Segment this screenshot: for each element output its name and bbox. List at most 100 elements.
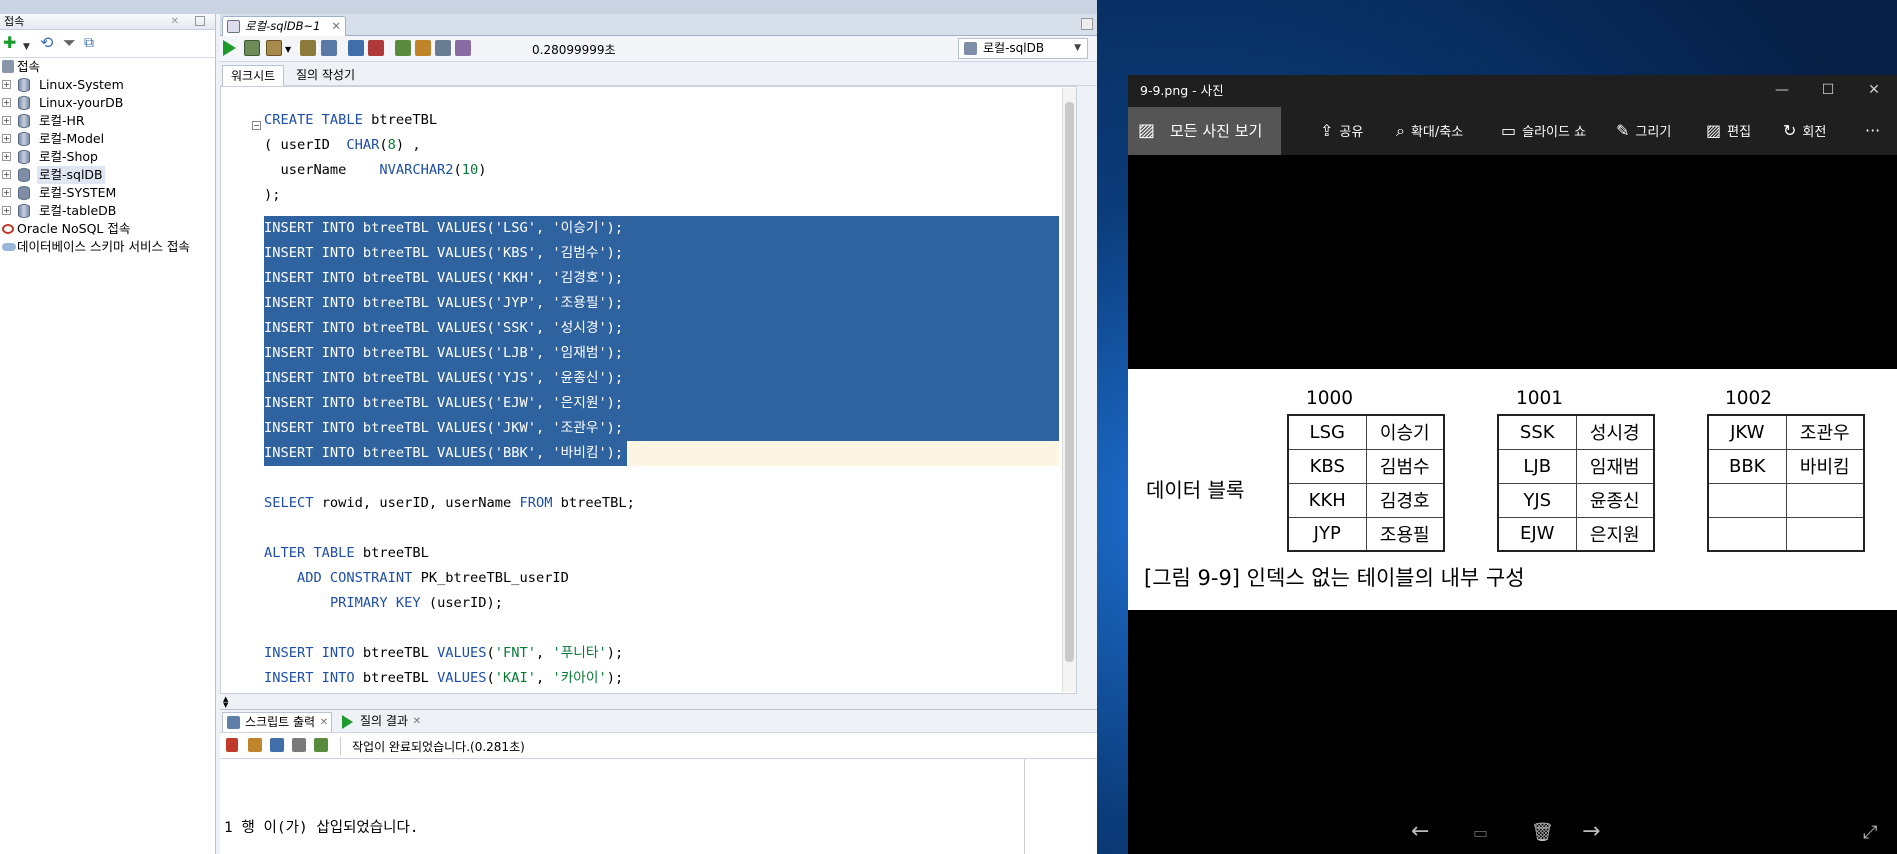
expand-icon[interactable]: + xyxy=(2,152,11,161)
block-number: 1001 xyxy=(1516,388,1564,409)
tab-query-result[interactable]: 질의 결과 ✕ xyxy=(338,712,424,732)
connections-panel-header: 접속 ✕ xyxy=(0,14,215,30)
block-label: 데이터 블록 xyxy=(1146,478,1245,502)
schema-browser-icon[interactable]: ⧉ xyxy=(84,35,94,51)
maximize-icon[interactable] xyxy=(1081,18,1093,30)
run-icon xyxy=(342,715,353,729)
fullscreen-icon[interactable]: ⤢ xyxy=(1863,822,1877,843)
close-icon[interactable]: ✕ xyxy=(413,712,421,731)
expand-icon[interactable]: + xyxy=(2,170,11,179)
run-script-icon[interactable] xyxy=(244,40,260,56)
format-icon[interactable] xyxy=(455,40,471,56)
tree-item-local-system[interactable]: + 로컬-SYSTEM xyxy=(0,184,215,202)
fold-icon[interactable]: − xyxy=(252,121,261,130)
more-options-icon[interactable]: ··· xyxy=(1865,107,1880,155)
rotate-button[interactable]: ↻ 회전 xyxy=(1783,107,1826,155)
minimize-icon[interactable] xyxy=(195,16,205,26)
tab-local-sqldb[interactable]: 로컬-sqlDB~1 ✕ xyxy=(222,16,346,36)
export-icon[interactable] xyxy=(314,738,328,752)
title-strip xyxy=(0,0,1097,14)
close-icon[interactable]: ✕ xyxy=(1851,75,1897,107)
tab-query-builder[interactable]: 질의 작성기 xyxy=(288,65,363,86)
autotrace-icon[interactable] xyxy=(348,40,364,56)
editor-tab-bar: 로컬-sqlDB~1 ✕ xyxy=(220,14,1097,36)
delete-icon[interactable]: 🗑 xyxy=(1531,822,1554,843)
code-line: INSERT INTO btreeTBL VALUES('LJB', '임재범'… xyxy=(264,345,624,361)
code-line: CREATE TABLE btreeTBL xyxy=(264,112,438,128)
code-line: INSERT INTO btreeTBL VALUES('JKW', '조관우'… xyxy=(264,420,624,436)
expand-icon[interactable]: + xyxy=(2,206,11,215)
draw-button[interactable]: ✎ 그리기 xyxy=(1616,107,1671,155)
sql-tuning-icon[interactable] xyxy=(395,40,411,56)
tree-item-local-model[interactable]: + 로컬-Model xyxy=(0,130,215,148)
explain-plan-icon[interactable] xyxy=(321,40,337,56)
editor-scrollbar[interactable] xyxy=(1062,88,1076,692)
close-icon[interactable]: ✕ xyxy=(320,713,328,732)
share-button[interactable]: ⇪ 공유 xyxy=(1320,107,1363,155)
rotate-icon: ↻ xyxy=(1783,121,1797,140)
tree-item-root[interactable]: 접속 xyxy=(0,58,215,76)
tree-item-local-hr[interactable]: + 로컬-HR xyxy=(0,112,215,130)
sql-editor[interactable]: − CREATE TABLE btreeTBL ( userID CHAR(8)… xyxy=(220,86,1077,694)
share-icon: ⇪ xyxy=(1320,121,1334,140)
current-line-highlight xyxy=(627,441,1059,466)
tree-item-local-sqldb[interactable]: + 로컬-sqlDB xyxy=(0,166,215,184)
eraser-icon[interactable] xyxy=(248,738,262,752)
tree-item-nosql[interactable]: Oracle NoSQL 접속 xyxy=(0,220,215,238)
collapse-icon[interactable]: ▲ ▼ xyxy=(223,696,228,709)
next-arrow-icon[interactable]: → xyxy=(1582,819,1600,844)
tree-item-linux-system[interactable]: + Linux-System xyxy=(0,76,215,94)
code-line: ( userID CHAR(8) , xyxy=(264,137,421,153)
displayed-image[interactable]: 데이터 블록 1000 LSG 이승기 KBS 김범수 KKH 김경호 JYP 조용필 … xyxy=(1128,369,1897,610)
tab-script-output[interactable]: 스크립트 출력 ✕ xyxy=(222,712,333,732)
run-statement-icon[interactable] xyxy=(223,40,236,56)
database-connected-icon xyxy=(18,186,30,200)
code-line: INSERT INTO btreeTBL VALUES('JYP', '조용필'… xyxy=(264,295,624,311)
close-icon[interactable]: ✕ xyxy=(171,14,179,30)
pin-icon[interactable] xyxy=(226,738,238,752)
expand-icon[interactable]: + xyxy=(2,134,11,143)
code-line: ADD CONSTRAINT PK_btreeTBL_userID xyxy=(296,570,569,586)
chevron-down-icon[interactable]: ▼ xyxy=(285,45,291,54)
tree-item-local-tabledb[interactable]: + 로컬-tableDB xyxy=(0,202,215,220)
tree-item-linux-yourdb[interactable]: + Linux-yourDB xyxy=(0,94,215,112)
tree-item-local-shop[interactable]: + 로컬-Shop xyxy=(0,148,215,166)
refresh-icon[interactable]: ⟲ xyxy=(40,35,53,51)
sql-history-icon[interactable] xyxy=(435,40,451,56)
script-output-icon xyxy=(227,716,240,729)
expand-icon[interactable]: + xyxy=(2,80,11,89)
minimize-icon[interactable]: — xyxy=(1759,75,1805,107)
tree-item-schema-service[interactable]: 데이터베이스 스키마 서비스 접속 xyxy=(0,238,215,256)
close-icon[interactable]: ✕ xyxy=(331,17,341,35)
script-output-area[interactable]: 1 행 이(가) 삽입되었습니다. xyxy=(220,759,1097,854)
splitter[interactable]: ▲ ▼ xyxy=(220,696,1097,709)
commit-icon[interactable] xyxy=(266,40,282,56)
slideshow-icon[interactable]: ▭ xyxy=(1473,823,1488,842)
database-icon xyxy=(18,96,30,110)
photos-window: 9-9.png - 사진 — ☐ ✕ ▨ 모든 사진 보기 ⇪ 공유 ⌕ 확대/축소… xyxy=(1128,75,1897,854)
save-icon[interactable] xyxy=(270,738,284,752)
previous-arrow-icon[interactable]: ← xyxy=(1411,819,1429,844)
chevron-down-icon[interactable]: ▼ xyxy=(23,39,30,55)
expand-icon[interactable]: + xyxy=(2,116,11,125)
maximize-icon[interactable]: ☐ xyxy=(1805,75,1851,107)
connection-select[interactable]: 로컬-sqlDB ▼ xyxy=(958,38,1088,59)
tab-worksheet[interactable]: 워크시트 xyxy=(222,65,285,86)
zoom-button[interactable]: ⌕ 확대/축소 xyxy=(1396,107,1463,155)
expand-icon[interactable]: + xyxy=(2,98,11,107)
add-connection-icon[interactable]: ✚ xyxy=(3,35,16,51)
eraser-icon[interactable] xyxy=(415,40,431,56)
cancel-icon[interactable] xyxy=(368,40,384,56)
database-icon xyxy=(18,78,30,92)
edit-button[interactable]: ▨ 편집 xyxy=(1706,107,1751,155)
print-icon[interactable] xyxy=(292,738,306,752)
expand-icon[interactable]: + xyxy=(2,188,11,197)
all-photos-button[interactable]: ▨ 모든 사진 보기 xyxy=(1128,107,1281,155)
rollback-icon[interactable] xyxy=(300,40,316,56)
scrollbar-thumb[interactable] xyxy=(1065,102,1074,662)
photos-toolbar: ▨ 모든 사진 보기 ⇪ 공유 ⌕ 확대/축소 ▭ 슬라이드 쇼 ✎ 그리기 ▨ 편집 ↻… xyxy=(1128,107,1897,155)
code-line: INSERT INTO btreeTBL VALUES('LSG', '이승기'… xyxy=(264,220,624,236)
sql-developer-window: 접속 ✕ ✚ ▼ ⟲ ⏷ ⧉ 접속 + Linux-System + Linux-y… xyxy=(0,0,1097,854)
slideshow-button[interactable]: ▭ 슬라이드 쇼 xyxy=(1501,107,1586,155)
filter-icon[interactable]: ⏷ xyxy=(63,35,76,51)
